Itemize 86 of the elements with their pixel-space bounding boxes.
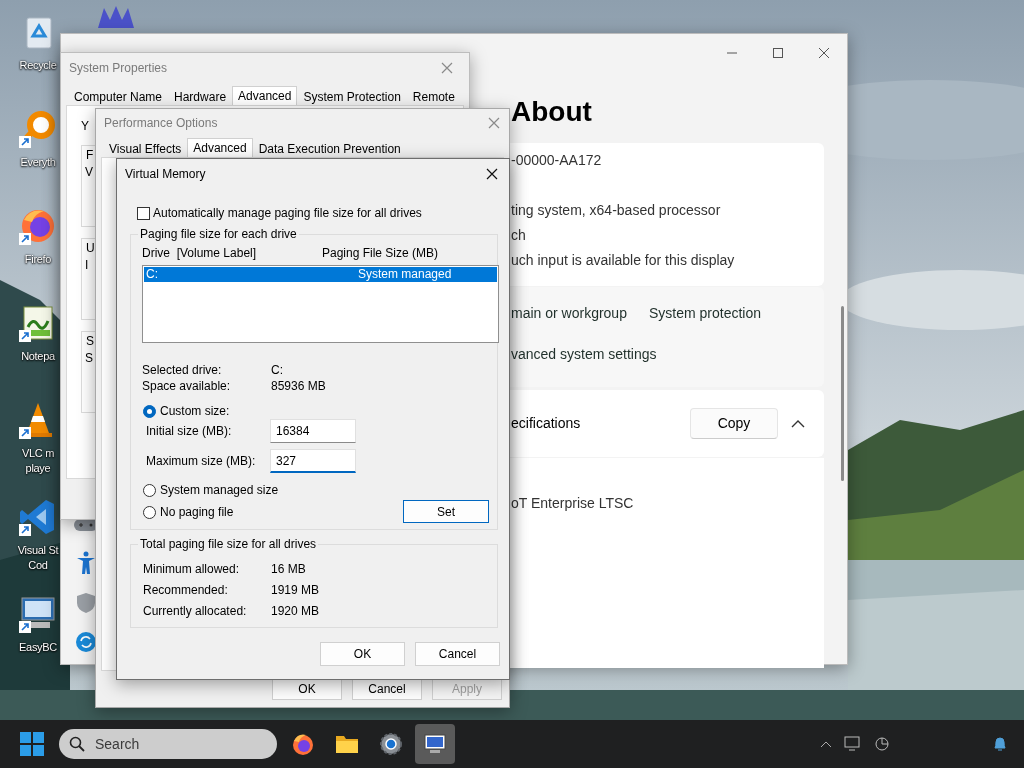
group-title: Paging file size for each drive: [138, 227, 299, 242]
accessibility-icon[interactable]: [75, 551, 97, 575]
icon-label[interactable]: playe: [25, 461, 51, 476]
input-field[interactable]: 16384: [270, 419, 356, 443]
window-title: Virtual Memory: [125, 166, 206, 183]
dialog-button[interactable]: Cancel: [415, 642, 500, 666]
tab[interactable]: Computer Name: [68, 88, 169, 105]
info-label: Space available:: [142, 378, 232, 394]
monitor-icon[interactable]: [844, 736, 862, 752]
total-value: 1920 MB: [271, 603, 320, 620]
dialog-button[interactable]: Cancel: [352, 678, 422, 700]
column-header: Paging File Size (MB): [322, 245, 439, 261]
related-link[interactable]: System protection: [648, 301, 761, 325]
spec-text: oT Enterprise LTSC: [511, 494, 635, 513]
info-label: Selected drive:: [142, 362, 223, 378]
window-title: System Properties: [69, 60, 168, 77]
drive-name: C:: [146, 267, 159, 282]
set-button[interactable]: Set: [403, 500, 489, 523]
dialog-button[interactable]: OK: [320, 642, 405, 666]
computer-icon: [423, 732, 447, 756]
search-icon: [69, 736, 85, 752]
spec-text: ch: [511, 226, 527, 245]
paging-size: System managed: [358, 267, 452, 282]
group-text: I: [85, 257, 89, 273]
icon-label[interactable]: VLC m: [21, 446, 55, 461]
input-field[interactable]: 327: [270, 449, 356, 473]
total-value: 1919 MB: [271, 582, 320, 599]
tab[interactable]: Visual Effects: [103, 140, 188, 157]
checkbox[interactable]: [137, 206, 150, 220]
field-label: Initial size (MB):: [146, 423, 233, 440]
radio-button[interactable]: [143, 404, 156, 418]
sync-icon[interactable]: [75, 631, 97, 653]
chevron-icon[interactable]: [820, 740, 832, 748]
icon-label[interactable]: Cod: [28, 558, 48, 573]
dialog-button[interactable]: OK: [272, 678, 342, 700]
icon-label[interactable]: Notepa: [21, 349, 55, 364]
notification-icon[interactable]: [992, 735, 1008, 753]
chevron-icon[interactable]: [790, 418, 806, 429]
status-icon[interactable]: [874, 736, 890, 752]
group-text: S: [85, 350, 93, 366]
section-title: ecifications: [511, 414, 582, 433]
tab[interactable]: Advanced: [187, 138, 253, 157]
group-title: Total paging file size for all drives: [138, 537, 319, 552]
tab[interactable]: Remote: [406, 88, 461, 105]
spec-text: -00000-AA172: [511, 151, 603, 170]
radio-label: System managed size: [160, 482, 279, 499]
spec-text: uch input is available for this display: [511, 251, 736, 270]
copy-button[interactable]: Copy: [690, 408, 778, 439]
radio-label: No paging file: [160, 504, 234, 521]
related-link[interactable]: vanced system settings: [511, 342, 657, 366]
start-button[interactable]: [19, 731, 45, 757]
scrollbar[interactable]: [841, 306, 844, 481]
total-label: Currently allocated:: [143, 603, 248, 620]
tab[interactable]: System Protection: [297, 88, 407, 105]
browser-icon: [291, 732, 315, 756]
group-text: V: [85, 164, 93, 180]
list-row[interactable]: C: System managed: [144, 267, 497, 282]
radio-button[interactable]: [143, 505, 156, 519]
page-heading: About: [511, 95, 593, 129]
related-link[interactable]: main or workgroup: [511, 301, 627, 325]
drive-list[interactable]: C: System managed: [142, 265, 499, 343]
total-label: Recommended:: [143, 582, 229, 599]
info-value: 85936 MB: [271, 378, 326, 394]
column-header: Drive [Volume Label]: [142, 245, 258, 261]
shield-icon[interactable]: [76, 592, 96, 614]
tab[interactable]: Hardware: [168, 88, 233, 105]
taskbar-app[interactable]: [415, 724, 455, 764]
search-placeholder: Search: [95, 734, 140, 754]
total-label: Minimum allowed:: [143, 561, 241, 578]
total-value: 16 MB: [271, 561, 306, 578]
info-value: C:: [271, 362, 283, 378]
icon-label[interactable]: EasyBC: [19, 640, 57, 655]
shortcut-icon[interactable]: [18, 594, 58, 634]
radio-label: Custom size:: [160, 403, 230, 420]
field-label: Maximum size (MB):: [146, 453, 257, 470]
spec-text: ting system, x64-based processor: [511, 201, 722, 220]
panel-text: Y: [81, 118, 89, 134]
window-title: Performance Options: [104, 115, 218, 132]
search-field[interactable]: Search: [59, 729, 277, 759]
icon-label[interactable]: Visual St: [17, 543, 59, 558]
radio-button[interactable]: [143, 483, 156, 497]
close-button[interactable]: [485, 167, 499, 181]
settings-icon: [379, 732, 403, 756]
tab[interactable]: Advanced: [232, 86, 298, 105]
tab[interactable]: Data Execution Prevention: [252, 140, 407, 157]
checkbox-label: Automatically manage paging file size for all drives: [153, 205, 422, 222]
